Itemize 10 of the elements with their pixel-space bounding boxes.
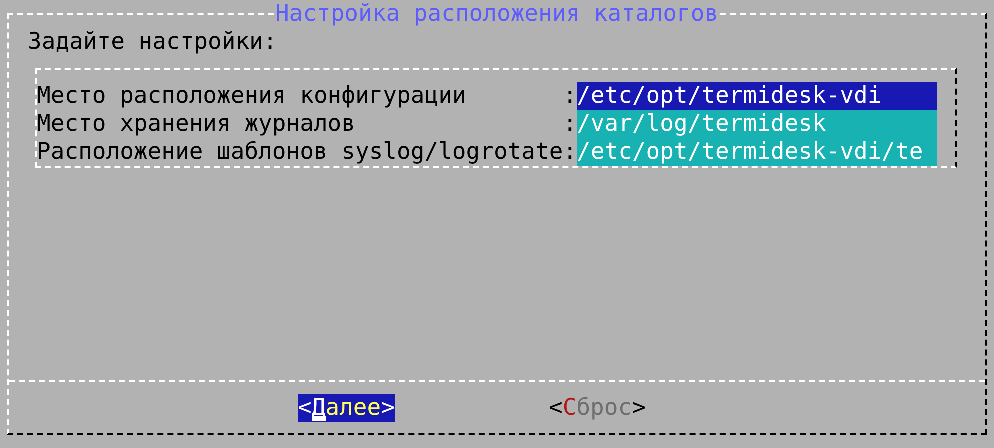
colon-text: : (563, 82, 578, 110)
colon-text: : (563, 110, 578, 138)
window-title: Настройка расположения каталогов (275, 0, 719, 28)
field-label: Место хранения журналов (37, 110, 356, 138)
colon-text: : (563, 138, 578, 166)
dialog-button[interactable]: <Сброс> (548, 394, 646, 422)
field-label: Расположение шаблонов syslog/logrotate (37, 138, 564, 166)
field-label: Место расположения конфигурации (37, 82, 468, 110)
instruction-text: Задайте настройки: (28, 28, 278, 56)
path-field[interactable]: /etc/opt/termidesk-vdi (577, 82, 938, 110)
